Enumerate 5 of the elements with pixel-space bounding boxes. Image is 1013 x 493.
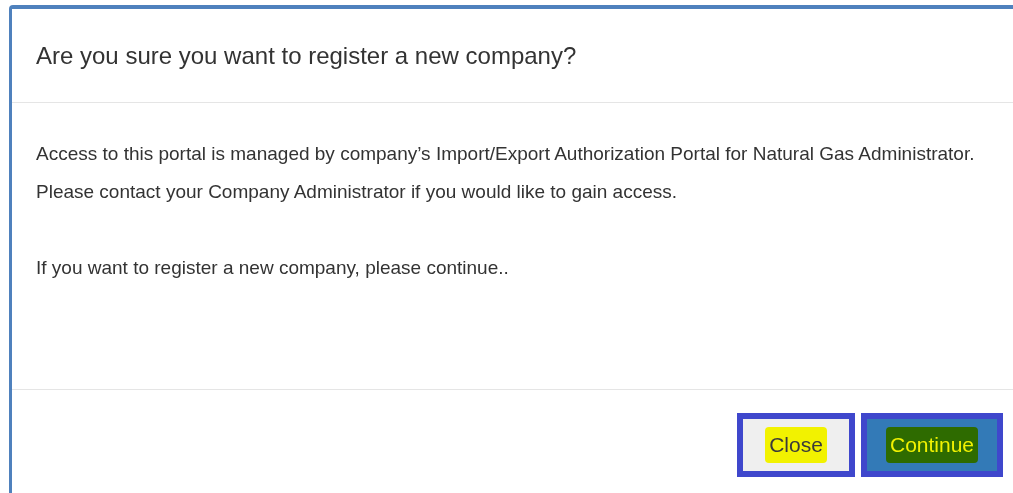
body-text: Access to this portal is managed by company’s Import/Export Authorization Portal for Natural Gas Administrator. Please contact your Company Administrator if you would like to gain access. [36, 142, 976, 204]
body-text: If you want to register a new company, please continue.. [36, 256, 510, 280]
continue-button[interactable]: Continue [861, 413, 1003, 477]
close-button[interactable]: Close [737, 413, 855, 477]
dialog-title: Are you sure you want to register a new company? [36, 40, 577, 71]
